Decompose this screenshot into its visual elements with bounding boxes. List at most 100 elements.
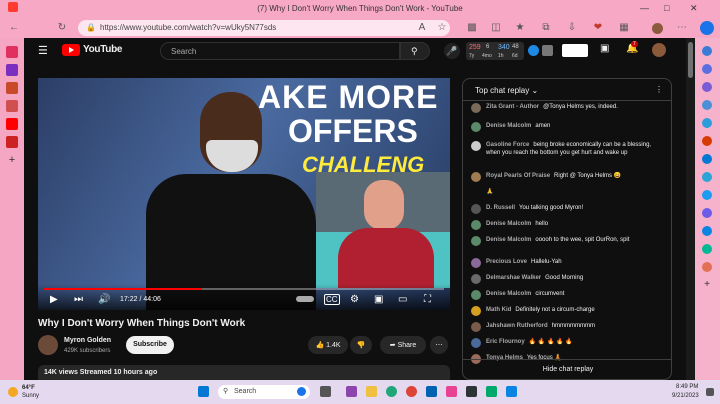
app-icon[interactable] (702, 208, 712, 218)
tab-icon[interactable] (6, 82, 18, 94)
bing-icon[interactable] (700, 21, 714, 35)
chat-avatar[interactable] (471, 103, 481, 113)
widgets-icon[interactable] (346, 386, 357, 397)
file-explorer-icon[interactable] (366, 386, 377, 397)
autoplay-toggle[interactable] (296, 296, 314, 302)
chat-mode-dropdown[interactable]: Top chat replay ⌄ (475, 86, 538, 95)
chat-author[interactable]: Eric Flournoy (486, 339, 525, 345)
hide-chat-button[interactable]: Hide chat replay (463, 359, 671, 379)
chat-author[interactable]: Royal Pearls Of Praise (486, 173, 550, 179)
description-box[interactable]: 14K views Streamed 10 hours ago (38, 365, 450, 380)
captions-icon[interactable]: CC (324, 294, 340, 305)
miniplayer-icon[interactable]: ▣ (374, 294, 383, 305)
theater-mode-icon[interactable]: ▭ (398, 294, 407, 305)
edge-icon[interactable] (386, 386, 397, 397)
twitter-icon[interactable] (702, 190, 712, 200)
channel-name[interactable]: Myron Golden (64, 337, 111, 344)
chat-author[interactable]: Math Kid (486, 307, 511, 313)
chat-avatar[interactable] (471, 322, 481, 332)
app-icon[interactable] (702, 244, 712, 254)
chat-author[interactable]: Denise Malcolm (486, 237, 531, 243)
maximize-icon[interactable]: □ (664, 3, 669, 13)
taskbar-time[interactable]: 8:49 PM (676, 384, 698, 390)
outlook-icon[interactable] (702, 154, 712, 164)
app-icon[interactable] (446, 386, 457, 397)
account-avatar[interactable] (652, 43, 666, 57)
minimize-icon[interactable]: — (640, 3, 649, 13)
chat-author[interactable]: Delmarshae Walker (486, 275, 541, 281)
extension-icon[interactable] (528, 45, 539, 56)
add-icon[interactable]: + (702, 280, 712, 290)
chat-avatar[interactable] (471, 306, 481, 316)
close-icon[interactable]: ✕ (690, 3, 698, 14)
downloads-icon[interactable]: ⇩ (566, 22, 578, 33)
tab-title[interactable]: (7) Why I Don't Worry When Things Don't … (0, 4, 720, 13)
more-icon[interactable]: ⋯ (676, 22, 688, 33)
new-tab-icon[interactable]: + (6, 154, 18, 166)
bing-chat-icon[interactable] (297, 387, 306, 396)
app-icon[interactable] (702, 262, 712, 272)
chat-author[interactable]: Gasoline Force (486, 142, 529, 148)
like-button[interactable]: 👍 1.4K (308, 336, 348, 354)
collections-icon[interactable]: ⧉ (540, 22, 552, 33)
weather-temp[interactable]: 64°F (22, 385, 35, 391)
split-screen-icon[interactable]: ◫ (490, 22, 502, 33)
chat-author[interactable]: Denise Malcolm (486, 291, 531, 297)
chrome-icon[interactable] (406, 386, 417, 397)
tab-icon[interactable] (6, 64, 18, 76)
menu-icon[interactable]: ☰ (38, 44, 48, 57)
scrollbar-thumb[interactable] (688, 42, 693, 78)
extensions-icon[interactable]: ▩ (466, 22, 478, 33)
dislike-button[interactable]: 👎 (350, 336, 372, 354)
chat-avatar[interactable] (471, 236, 481, 246)
share-button[interactable]: ➦ Share (380, 336, 426, 354)
tab-icon[interactable] (6, 136, 18, 148)
task-view-icon[interactable] (320, 386, 331, 397)
chat-avatar[interactable] (471, 204, 481, 214)
settings-icon[interactable]: ⚙ (350, 294, 359, 305)
extension-icon[interactable] (542, 45, 553, 56)
fullscreen-icon[interactable]: ⛶ (424, 294, 431, 305)
chat-avatar[interactable] (471, 258, 481, 268)
chat-avatar[interactable] (471, 122, 481, 132)
search-input[interactable]: Search (160, 42, 400, 60)
next-icon[interactable]: ⏭ (74, 294, 83, 305)
chat-author[interactable]: Denise Malcolm (486, 123, 531, 129)
create-icon[interactable]: ▣ (600, 43, 609, 54)
chat-author[interactable]: Precious Love (486, 259, 527, 265)
app-icon[interactable] (702, 226, 712, 236)
extension-toggle-icon[interactable] (562, 44, 588, 57)
youtube-logo-icon[interactable] (62, 44, 80, 56)
favorites-bar-icon[interactable]: ★ (514, 22, 526, 33)
mic-icon[interactable]: 🎤 (444, 43, 460, 59)
chat-avatar[interactable] (471, 338, 481, 348)
chat-avatar[interactable] (471, 290, 481, 300)
office-icon[interactable] (702, 136, 712, 146)
search-button[interactable]: ⚲ (400, 42, 430, 60)
channel-avatar[interactable] (38, 335, 58, 355)
app-icon[interactable] (506, 386, 517, 397)
profile-avatar-icon[interactable] (652, 23, 663, 34)
tab-icon[interactable] (6, 100, 18, 112)
notification-center-icon[interactable] (706, 388, 714, 396)
more-actions-button[interactable]: ⋯ (430, 336, 448, 354)
shopping-icon[interactable] (702, 82, 712, 92)
volume-icon[interactable]: 🔊 (98, 294, 110, 305)
calendar-icon[interactable]: ▦ (618, 22, 630, 33)
chat-author[interactable]: Denise Malcolm (486, 221, 531, 227)
subscribe-button[interactable]: Subscribe (126, 336, 174, 354)
chat-avatar[interactable] (471, 141, 481, 151)
chat-author[interactable]: Jahshawn Rutherford (486, 323, 548, 329)
refresh-icon[interactable]: ↻ (56, 22, 68, 33)
app-icon[interactable] (486, 386, 497, 397)
chat-avatar[interactable] (471, 220, 481, 230)
read-aloud-icon[interactable]: A (416, 22, 428, 33)
telegram-icon[interactable] (702, 172, 712, 182)
chat-avatar[interactable] (471, 172, 481, 182)
youtube-wordmark[interactable]: YouTube (83, 44, 123, 55)
progress-bar[interactable] (44, 288, 444, 290)
video-player[interactable]: AKE MORE OFFERS CHALLENG ▶ ⏭ 🔊 17:22 / 4… (38, 78, 450, 310)
chat-avatar[interactable] (471, 274, 481, 284)
play-icon[interactable]: ▶ (50, 294, 58, 305)
app-icon[interactable] (466, 386, 477, 397)
